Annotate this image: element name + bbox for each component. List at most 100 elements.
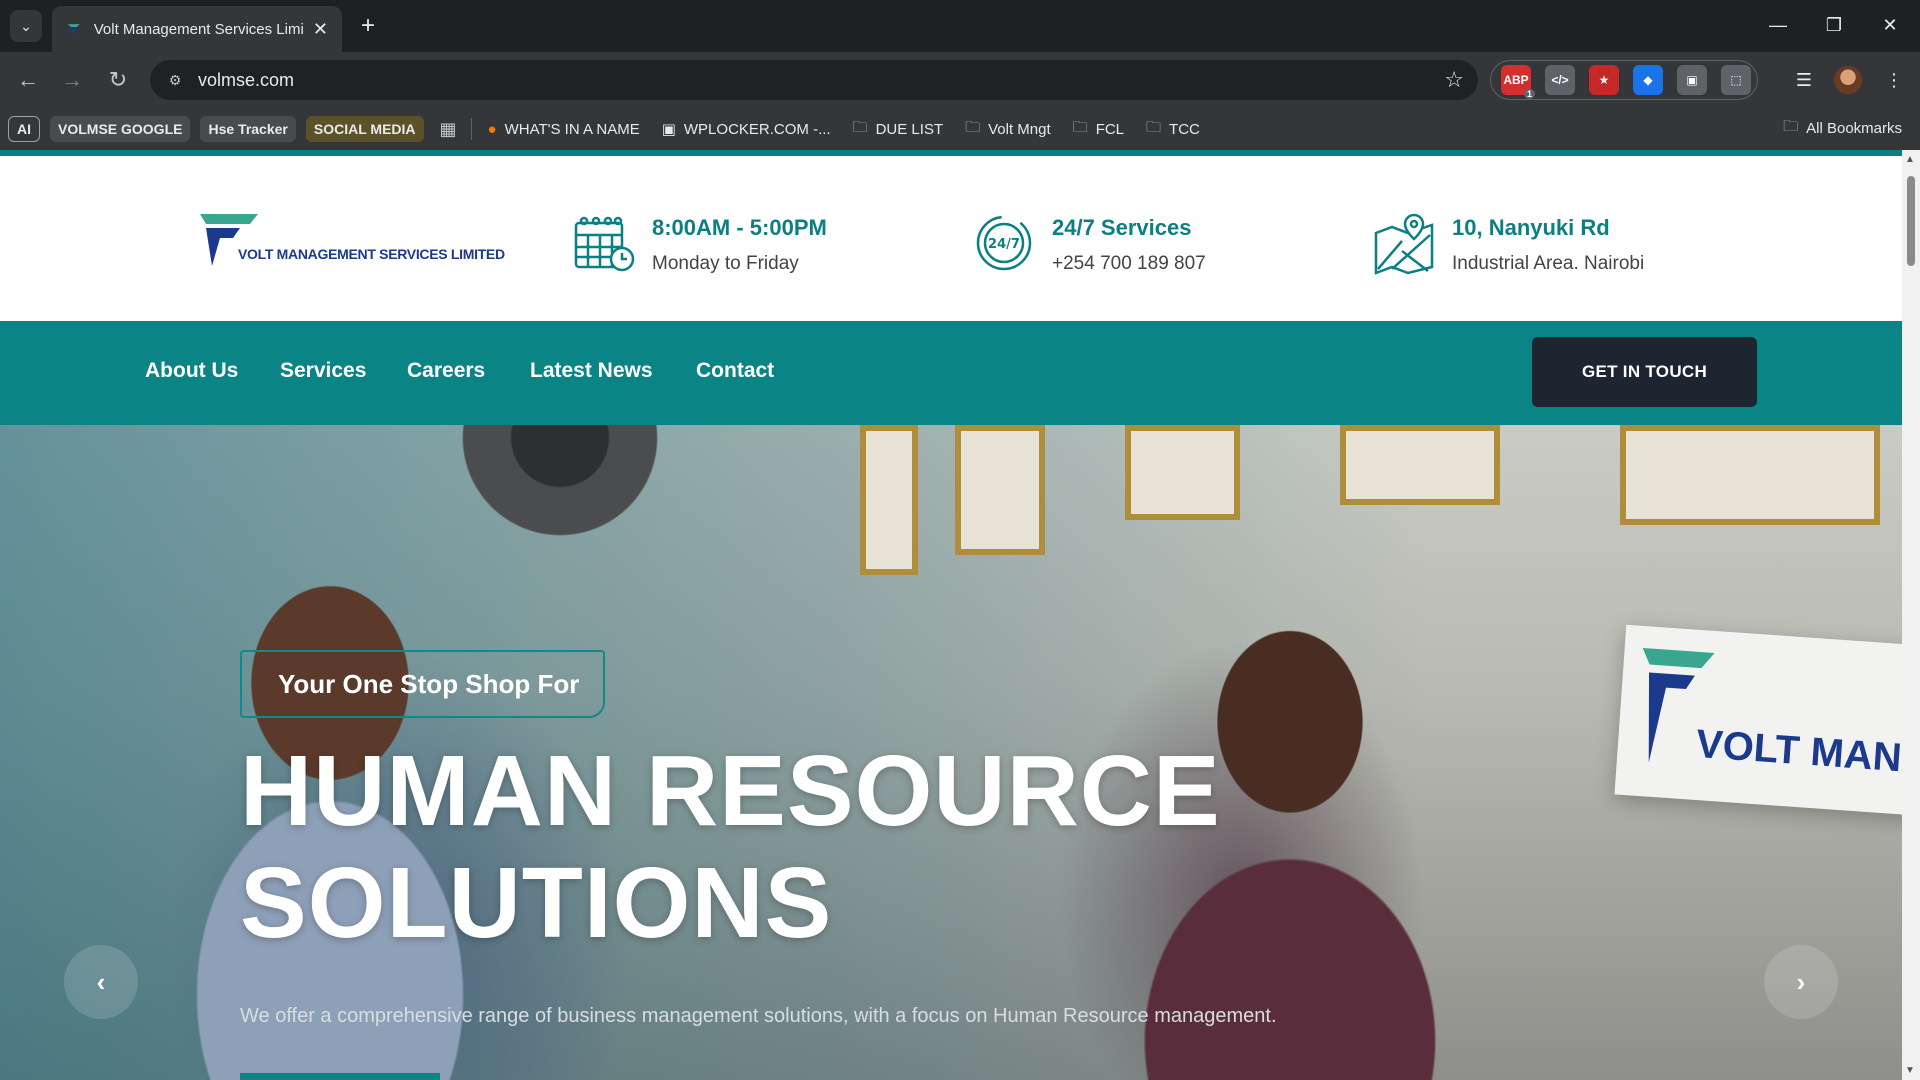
get-in-touch-button[interactable]: GET IN TOUCH — [1532, 337, 1757, 407]
info-hours: 8:00AM - 5:00PM Monday to Friday — [572, 211, 827, 275]
bookmark-item-1[interactable]: ▣ WPLOCKER.COM -... — [662, 117, 831, 142]
site-logo[interactable]: VOLT MANAGEMENT SERVICES LIMITED — [200, 214, 505, 276]
info-hours-title: 8:00AM - 5:00PM — [652, 215, 827, 240]
plus-icon: + — [360, 12, 375, 39]
tab-title: Volt Management Services Limi — [93, 20, 304, 38]
address-bar[interactable]: ⚙ volmse.com ☆ — [150, 60, 1478, 100]
wall-frame-5 — [1620, 425, 1880, 525]
folder-icon: 🗀 — [965, 118, 981, 136]
info-location-title: 10, Nanyuki Rd — [1452, 215, 1610, 240]
all-bookmarks-button[interactable]: 🗀 All Bookmarks — [1783, 116, 1902, 141]
hero-slider: VOLT MANAGE Your One Stop Shop For HUMAN… — [0, 425, 1902, 1080]
restore-icon: ❐ — [1825, 14, 1843, 35]
nav-careers[interactable]: Careers — [407, 359, 485, 383]
bookmark-chip-0[interactable]: AI — [8, 116, 40, 142]
bookmark-label: WPLOCKER.COM -... — [683, 120, 831, 138]
bookmark-label: DUE LIST — [875, 120, 944, 138]
hero-cta-button[interactable] — [240, 1073, 440, 1080]
tag-extension-icon[interactable]: ◆ — [1633, 65, 1663, 95]
reload-icon: ↻ — [108, 67, 128, 92]
star-extension-icon[interactable]: ★ — [1589, 65, 1619, 95]
folder-icon: 🗀 — [1146, 118, 1162, 136]
volt-favicon-icon — [67, 24, 80, 35]
bookmark-items: ● WHAT'S IN A NAME ▣ WPLOCKER.COM -... 🗀 DUE … — [488, 117, 1222, 142]
all-bookmarks-label: All Bookmarks — [1806, 120, 1902, 137]
site-info-icon[interactable]: ⚙ — [164, 69, 186, 91]
extension-badge: 1 — [1523, 89, 1535, 99]
code-extension-icon[interactable]: </> — [1545, 65, 1575, 95]
bookmark-label: Volt Mngt — [988, 120, 1051, 138]
bookmark-item-2[interactable]: 🗀 DUE LIST — [853, 117, 944, 142]
nav-contact[interactable]: Contact — [696, 359, 774, 383]
bookmark-item-3[interactable]: 🗀 Volt Mngt — [965, 117, 1051, 142]
chevron-left-icon: ‹ — [96, 966, 106, 997]
forward-button[interactable]: → — [56, 64, 88, 96]
wplocker-icon: ▣ — [661, 121, 676, 138]
reading-list-icon[interactable]: ☰ — [1788, 64, 1820, 96]
copy-extension-icon[interactable]: ▣ — [1677, 65, 1707, 95]
extensions-group: ABP 1 </> ★ ◆ ▣ ⬚ — [1490, 60, 1758, 100]
wall-frame-1 — [860, 425, 918, 575]
slider-next-button[interactable]: › — [1764, 945, 1838, 1019]
bookmark-label: TCC — [1169, 120, 1200, 138]
close-tab-icon[interactable]: ✕ — [313, 19, 328, 40]
back-button[interactable]: ← — [12, 64, 44, 96]
scroll-thumb[interactable] — [1907, 176, 1915, 266]
nav-about-us[interactable]: About Us — [145, 359, 238, 383]
bookmarks-bar: AI VOLMSE GOOGLE Hse Tracker SOCIAL MEDIA ▦… — [0, 108, 1920, 150]
bookmark-label: FCL — [1095, 120, 1125, 138]
bookmark-item-0[interactable]: ● WHAT'S IN A NAME — [488, 117, 640, 142]
menu-kebab-icon[interactable]: ⋮ — [1878, 64, 1910, 96]
hero-tagline: Your One Stop Shop For — [278, 668, 580, 699]
header-info-bar: VOLT MANAGEMENT SERVICES LIMITED 8:00AM … — [0, 156, 1902, 321]
arrow-right-icon: → — [61, 67, 83, 92]
close-window-button[interactable]: ✕ — [1870, 8, 1910, 42]
apps-grid-icon[interactable]: ▦ — [440, 119, 457, 140]
logo-text: VOLT MANAGEMENT SERVICES LIMITED — [238, 246, 505, 262]
page-viewport: VOLT MANAGEMENT SERVICES LIMITED 8:00AM … — [0, 150, 1902, 1080]
folder-icon: 🗀 — [1072, 118, 1088, 136]
abp-extension-icon[interactable]: ABP 1 — [1501, 65, 1535, 99]
scroll-down-icon[interactable]: ▼ — [1905, 1065, 1915, 1076]
hero-description: We offer a comprehensive range of busine… — [240, 1005, 1277, 1027]
nav-services[interactable]: Services — [280, 359, 366, 383]
info-support: 24/7 24/7 Services +254 700 189 807 — [972, 211, 1206, 275]
minimize-button[interactable]: — — [1758, 8, 1798, 42]
chevron-down-icon: ⌄ — [20, 17, 32, 34]
sign-text: VOLT MANAGE — [1694, 721, 1902, 787]
slider-prev-button[interactable]: ‹ — [64, 945, 138, 1019]
folder-icon: 🗀 — [852, 118, 868, 136]
bookmark-star-icon[interactable]: ☆ — [1444, 67, 1464, 93]
bookmark-chip-1[interactable]: VOLMSE GOOGLE — [50, 116, 191, 142]
profile-avatar[interactable] — [1834, 66, 1862, 94]
bookmark-item-4[interactable]: 🗀 FCL — [1073, 117, 1124, 142]
bookmark-label: WHAT'S IN A NAME — [504, 120, 640, 138]
folder-icon: 🗀 — [1783, 118, 1799, 135]
scroll-up-icon[interactable]: ▲ — [1905, 154, 1915, 165]
restore-button[interactable]: ❐ — [1814, 8, 1854, 42]
chevron-right-icon: › — [1796, 966, 1806, 997]
hero-headline-line2: SOLUTIONS — [240, 847, 833, 959]
puzzle-extension-icon[interactable]: ⬚ — [1721, 65, 1751, 95]
calendar-clock-icon — [574, 216, 635, 272]
firefox-icon: ● — [487, 120, 497, 138]
main-navbar: About Us Services Careers Latest News Co… — [0, 321, 1902, 425]
tab-search-button[interactable]: ⌄ — [10, 10, 42, 42]
nav-latest-news[interactable]: Latest News — [530, 359, 653, 383]
new-tab-button[interactable]: + — [354, 12, 382, 40]
active-tab[interactable]: Volt Management Services Limi ✕ — [52, 6, 342, 52]
info-support-phone[interactable]: +254 700 189 807 — [1052, 253, 1206, 275]
reload-button[interactable]: ↻ — [102, 64, 134, 96]
minimize-icon: — — [1769, 14, 1787, 35]
volt-sign-image: VOLT MANAGE — [1614, 624, 1902, 816]
tab-strip: ⌄ Volt Management Services Limi ✕ + — ❐ … — [0, 0, 1920, 52]
url-text[interactable]: volmse.com — [198, 70, 294, 91]
hero-headline-line1: HUMAN RESOURCE — [240, 735, 1221, 847]
page-scrollbar[interactable]: ▲ ▼ — [1902, 150, 1920, 1080]
bookmark-chip-3[interactable]: SOCIAL MEDIA — [305, 116, 424, 142]
bookmark-chip-2[interactable]: Hse Tracker — [200, 116, 296, 142]
bookmark-item-5[interactable]: 🗀 TCC — [1146, 117, 1200, 142]
info-location-text: 10, Nanyuki Rd Industrial Area. Nairobi — [1452, 211, 1644, 275]
bookmark-separator — [470, 118, 472, 140]
wall-frame-2 — [955, 425, 1045, 555]
